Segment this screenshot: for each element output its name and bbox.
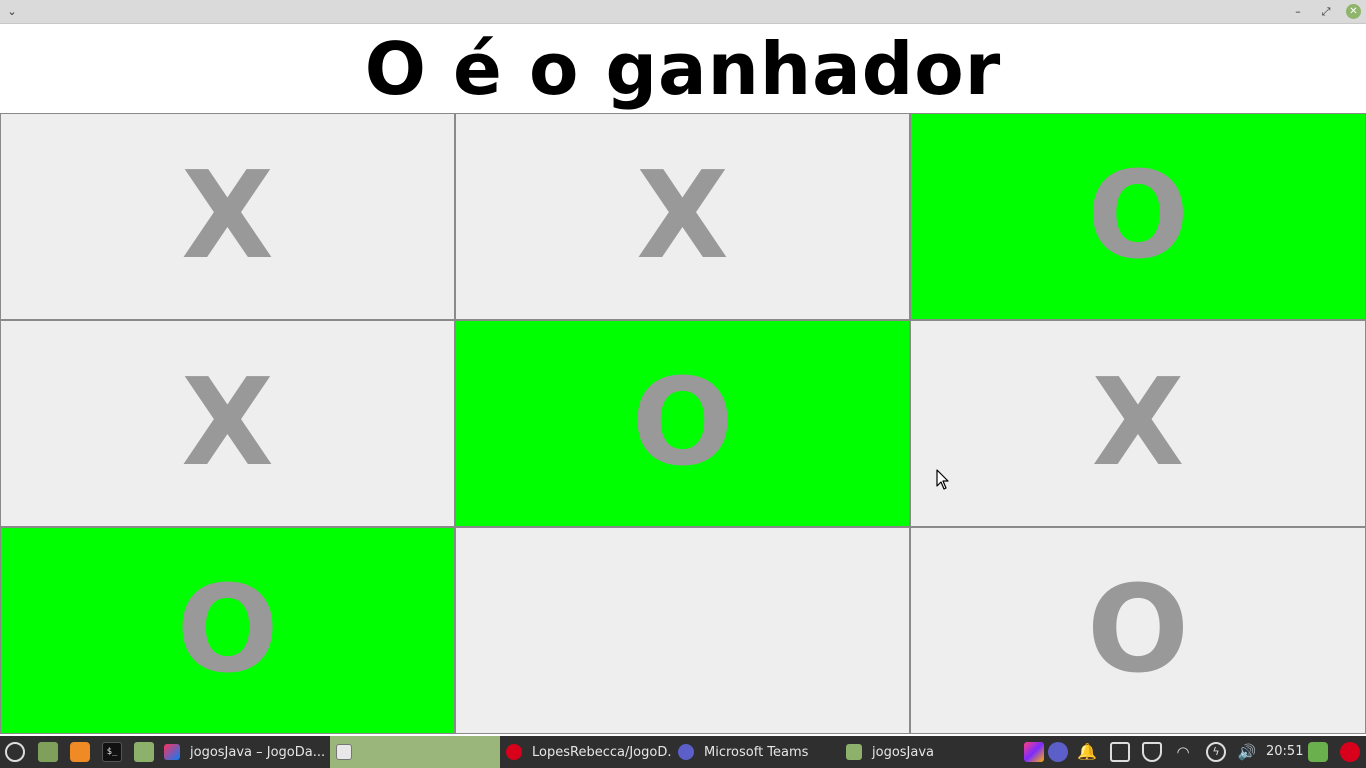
task-opera[interactable]: LopesRebecca/JogoD... [500, 736, 672, 768]
window-menu-button[interactable]: ⌄ [4, 4, 20, 20]
cell-mark: X [1091, 353, 1185, 493]
bell-icon[interactable]: 🔔 [1077, 742, 1097, 762]
cell-mark: O [631, 353, 734, 493]
clock[interactable]: 20:51 [1266, 736, 1303, 768]
shield-icon[interactable] [1142, 742, 1162, 762]
task-intellij[interactable]: jogosJava – JogoDa... [158, 736, 330, 768]
show-desktop-icon[interactable] [38, 742, 58, 762]
folder-icon [846, 744, 862, 760]
task-label: jogosJava – JogoDa... [190, 744, 326, 760]
cell-mark: X [181, 353, 274, 493]
task-label: jogosJava [872, 744, 935, 760]
opera-icon [506, 744, 522, 760]
intellij-icon [164, 744, 180, 760]
task-teams[interactable]: Microsoft Teams [672, 736, 838, 768]
board-cell-4[interactable]: X [0, 320, 455, 527]
board-cell-2[interactable]: X [455, 113, 910, 320]
board-cell-3[interactable]: O [910, 113, 1366, 320]
task-java-app[interactable] [330, 736, 500, 768]
cell-mark: O [1086, 146, 1189, 286]
board-cell-6[interactable]: X [910, 320, 1366, 527]
clipboard-icon[interactable] [1110, 742, 1130, 762]
board-cell-9[interactable]: O [910, 527, 1366, 734]
cell-mark: X [636, 146, 729, 286]
teams-tray-icon[interactable] [1048, 742, 1068, 762]
opera-tray-icon[interactable] [1340, 742, 1360, 762]
minimize-button[interactable]: – [1290, 4, 1306, 20]
winner-label: O é o ganhador [364, 27, 1002, 111]
task-label: LopesRebecca/JogoD... [532, 744, 672, 760]
taskbar: $_ jogosJava – JogoDa... LopesRebecca/Jo… [0, 736, 1366, 768]
grid-app-icon[interactable] [1308, 742, 1328, 762]
window-titlebar: ⌄ – ⤢ ✕ [0, 0, 1366, 24]
cell-mark: O [1086, 560, 1189, 700]
board-cell-8[interactable] [455, 527, 910, 734]
firefox-icon[interactable] [70, 742, 90, 762]
cell-mark: X [181, 146, 274, 286]
files-icon[interactable] [134, 742, 154, 762]
tic-tac-toe-board: X X O X O X O O [0, 113, 1366, 734]
board-cell-5[interactable]: O [455, 320, 910, 527]
board-cell-1[interactable]: X [0, 113, 455, 320]
task-folder[interactable]: jogosJava [840, 736, 1010, 768]
winner-banner: O é o ganhador [0, 24, 1366, 114]
wifi-icon[interactable]: ◠ [1173, 742, 1193, 762]
cell-mark: O [176, 560, 279, 700]
teams-icon [678, 744, 694, 760]
task-label: Microsoft Teams [704, 744, 809, 760]
maximize-button[interactable]: ⤢ [1318, 4, 1334, 20]
volume-icon[interactable]: 🔊 [1237, 742, 1257, 762]
mint-menu-icon[interactable] [5, 742, 25, 762]
mouse-pointer-icon [936, 469, 949, 490]
terminal-icon[interactable]: $_ [102, 742, 122, 762]
java-app-icon [336, 744, 352, 760]
close-button[interactable]: ✕ [1346, 4, 1361, 19]
power-icon[interactable]: ϟ [1206, 742, 1226, 762]
jetbrains-toolbox-icon[interactable] [1024, 742, 1044, 762]
board-cell-7[interactable]: O [0, 527, 455, 734]
